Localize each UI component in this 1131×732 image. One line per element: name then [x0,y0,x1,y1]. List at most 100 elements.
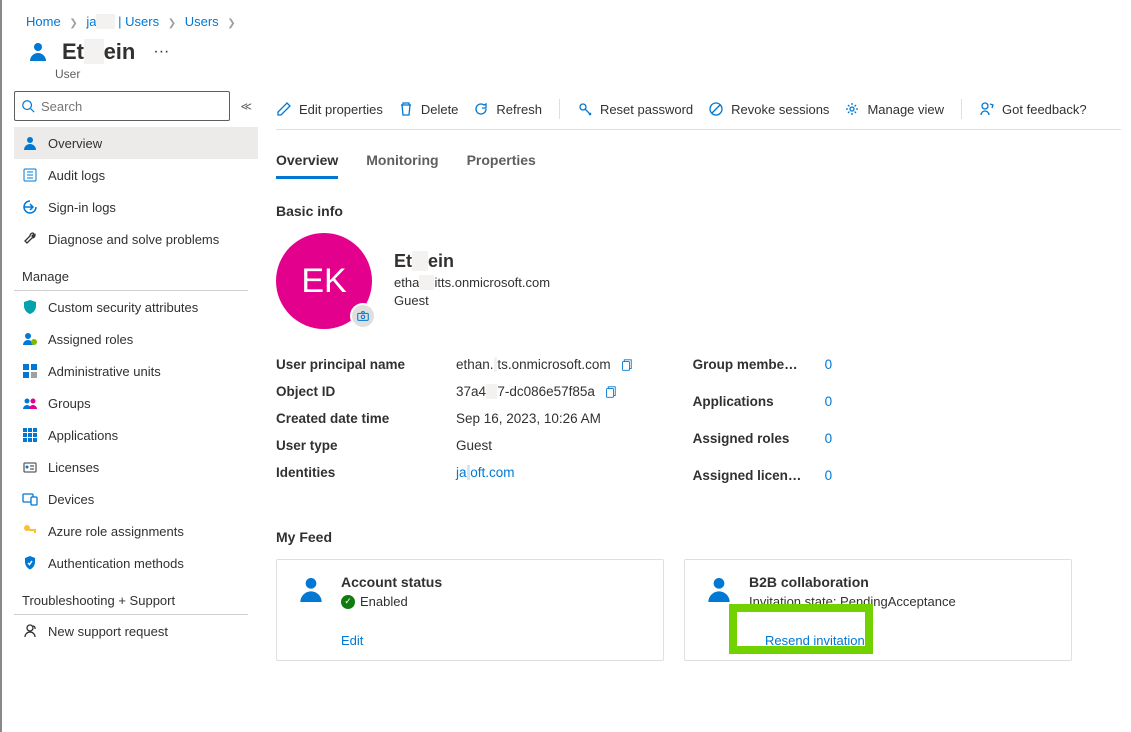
sidebar-item-overview[interactable]: Overview [14,127,258,159]
block-icon [708,101,724,117]
feed-card-status: ✓ Enabled [341,594,442,609]
role-icon [22,331,38,347]
tab-overview[interactable]: Overview [276,144,338,179]
sidebar-item-diagnose[interactable]: Diagnose and solve problems [14,223,258,255]
edit-photo-button[interactable] [350,303,376,329]
groups-label: Group membe… [693,357,811,372]
user-display-name: Eth ein [394,251,550,272]
search-box[interactable] [14,91,230,121]
my-feed-heading: My Feed [276,529,1121,545]
sidebar-item-label: Overview [48,136,102,151]
breadcrumb: Home ❯ jaf v) | Users ❯ Users ❯ [2,0,1131,35]
wrench-icon [22,231,38,247]
manage-view-button[interactable]: Manage view [844,101,944,117]
groups-value[interactable]: 0 [825,357,833,372]
log-icon [22,167,38,183]
roles-value[interactable]: 0 [825,431,833,446]
apps-icon [22,427,38,443]
details-table: User principal name ethan. ts.onmicrosof… [276,357,633,505]
stats-table: Group membe… 0 Applications 0 Assigned rol… [693,357,833,505]
delete-button[interactable]: Delete [398,101,459,117]
feed-card-account-status: Account status ✓ Enabled Edit [276,559,664,661]
groups-icon [22,395,38,411]
sidebar-item-custom-security[interactable]: Custom security attributes [14,291,258,323]
sidebar-item-audit-logs[interactable]: Audit logs [14,159,258,191]
sidebar-item-label: Audit logs [48,168,105,183]
more-menu[interactable]: ··· [153,43,169,61]
avatar: EK [276,233,372,329]
sidebar-item-signin-logs[interactable]: Sign-in logs [14,191,258,223]
sidebar-item-licenses[interactable]: Licenses [14,451,258,483]
user-type-summary: Guest [394,293,550,308]
sidebar-item-auth-methods[interactable]: Authentication methods [14,547,258,579]
devices-icon [22,491,38,507]
basic-info-heading: Basic info [276,203,1121,219]
apps-label: Applications [693,394,811,409]
tab-monitoring[interactable]: Monitoring [366,144,438,179]
sidebar-item-label: Sign-in logs [48,200,116,215]
apps-value[interactable]: 0 [825,394,833,409]
created-label: Created date time [276,411,456,426]
feed-card-title: Account status [341,574,442,590]
gear-icon [844,101,860,117]
sidebar-item-applications[interactable]: Applications [14,419,258,451]
collapse-sidebar-icon[interactable]: ≪ [236,100,256,113]
sidebar-item-label: Diagnose and solve problems [48,232,219,247]
sidebar-item-label: Devices [48,492,94,507]
sidebar-item-support-request[interactable]: New support request [14,615,258,647]
signin-icon [22,199,38,215]
identities-label: Identities [276,465,456,480]
usertype-label: User type [276,438,456,453]
person-icon [22,135,38,151]
sidebar-item-admin-units[interactable]: Administrative units [14,355,258,387]
feed-card-b2b: B2B collaboration Invitation state: Pend… [684,559,1072,661]
sidebar-group-troubleshooting: Troubleshooting + Support [14,579,248,615]
sidebar-item-assigned-roles[interactable]: Assigned roles [14,323,258,355]
search-icon [21,99,35,113]
feedback-button[interactable]: Got feedback? [979,101,1087,117]
revoke-sessions-button[interactable]: Revoke sessions [708,101,829,117]
licenses-value[interactable]: 0 [825,468,833,483]
sidebar-item-label: Administrative units [48,364,161,379]
oid-value: 37a43 7-dc086e57f85a [456,384,617,399]
sidebar-item-label: Azure role assignments [48,524,184,539]
sidebar-item-label: Groups [48,396,91,411]
breadcrumb-home[interactable]: Home [26,14,61,29]
sidebar-item-groups[interactable]: Groups [14,387,258,419]
user-icon [703,574,735,606]
reset-password-button[interactable]: Reset password [577,101,693,117]
oid-label: Object ID [276,384,456,399]
upn-value: ethan. ts.onmicrosoft.com [456,357,633,372]
page-title: Eth ein [62,39,135,65]
sidebar-item-devices[interactable]: Devices [14,483,258,515]
copy-icon[interactable] [603,385,617,399]
key-icon [577,101,593,117]
sidebar-item-label: Custom security attributes [48,300,198,315]
identity-link[interactable]: ja oft.com [456,465,515,480]
feed-card-subtitle: Invitation state: PendingAcceptance [749,594,956,609]
edit-account-status-link[interactable]: Edit [341,633,363,648]
refresh-icon [473,101,489,117]
breadcrumb-users[interactable]: Users [185,14,219,29]
search-input[interactable] [41,99,223,114]
identities-value: ja oft.com [456,465,515,480]
usertype-value: Guest [456,438,492,453]
camera-icon [356,309,370,323]
license-icon [22,459,38,475]
roles-label: Assigned roles [693,431,811,446]
edit-properties-button[interactable]: Edit properties [276,101,383,117]
resend-invitation-link[interactable]: Resend invitation [765,633,865,648]
support-icon [22,623,38,639]
user-icon [26,40,50,64]
upn-label: User principal name [276,357,456,372]
feedback-icon [979,101,995,117]
licenses-label: Assigned licen… [693,468,811,483]
refresh-button[interactable]: Refresh [473,101,542,117]
sidebar-item-azure-roles[interactable]: Azure role assignments [14,515,258,547]
user-icon [295,574,327,606]
tabs: Overview Monitoring Properties [276,144,1121,179]
tab-properties[interactable]: Properties [467,144,536,179]
breadcrumb-tenant[interactable]: jaf v) | Users [86,14,159,29]
copy-icon[interactable] [619,358,633,372]
auth-icon [22,555,38,571]
